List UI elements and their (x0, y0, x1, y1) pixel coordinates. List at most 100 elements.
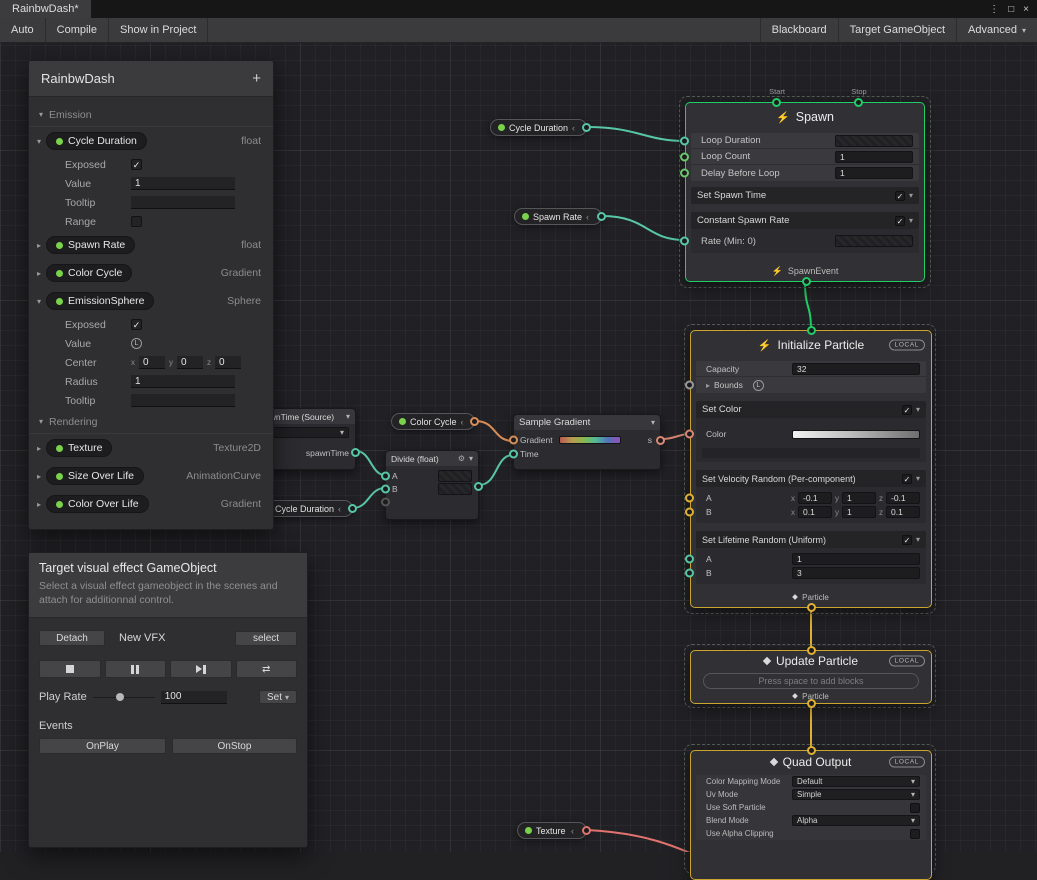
lifetime-a-field[interactable]: 1 (792, 553, 920, 565)
initialize-out-port[interactable] (807, 603, 816, 612)
value-field[interactable]: 1 (131, 177, 235, 190)
loop-duration-field[interactable] (835, 135, 913, 147)
color-mapping-dropdown[interactable]: Default ▾ (792, 776, 920, 787)
delay-port[interactable] (680, 169, 689, 178)
block-enabled-checkbox[interactable]: ✓ (902, 474, 912, 484)
set-rate-button[interactable]: Set ▾ (259, 690, 297, 704)
update-context-node[interactable]: Update Particle LOCAL Press space to add… (690, 650, 932, 704)
param-pill[interactable]: EmissionSphere (46, 292, 154, 310)
play-rate-slider[interactable] (93, 692, 155, 702)
param-row-emission-sphere[interactable]: ▾ EmissionSphere Sphere (29, 287, 273, 315)
time-in-port[interactable] (509, 450, 518, 459)
block-enabled-checkbox[interactable]: ✓ (902, 405, 912, 415)
divide-a-field[interactable] (438, 470, 472, 482)
block-enabled-checkbox[interactable]: ✓ (895, 216, 905, 226)
pause-button[interactable] (105, 660, 167, 678)
velocity-b-y-field[interactable]: 1 (842, 506, 876, 518)
rate-port[interactable] (680, 237, 689, 246)
param-node-spawn-rate[interactable]: Spawn Rate ‹ (514, 208, 602, 225)
blackboard-toggle-button[interactable]: Blackboard (760, 18, 838, 42)
kebab-menu-icon[interactable]: ⋮ (989, 4, 999, 15)
chevron-right-icon[interactable]: ▸ (37, 444, 41, 453)
block-enabled-checkbox[interactable]: ✓ (902, 535, 912, 545)
link-icon[interactable]: L (753, 380, 764, 391)
center-x-field[interactable]: 0 (139, 356, 165, 369)
param-row-color-cycle[interactable]: ▸ Color Cycle Gradient (29, 259, 273, 287)
show-in-project-button[interactable]: Show in Project (109, 18, 208, 42)
blend-mode-dropdown[interactable]: Alpha ▾ (792, 815, 920, 826)
chevron-down-icon[interactable]: ▾ (651, 418, 655, 427)
param-pill[interactable]: Cycle Duration (46, 132, 147, 150)
divide-header[interactable]: Divide (float) ⚙ ▾ (386, 451, 478, 466)
window-tab[interactable]: RainbwDash* (0, 0, 91, 18)
chevron-down-icon[interactable]: ▾ (909, 216, 913, 225)
auto-button[interactable]: Auto (0, 18, 46, 42)
quad-output-context-node[interactable]: Quad Output LOCAL Color Mapping Mode Def… (690, 750, 932, 880)
plus-icon[interactable]: + (252, 70, 261, 87)
bounds-port[interactable] (685, 381, 694, 390)
divide-b-field[interactable] (438, 483, 472, 495)
chevron-right-icon[interactable]: ▸ (37, 241, 41, 250)
param-out-port[interactable] (597, 212, 606, 221)
chevron-down-icon[interactable]: ▾ (916, 474, 920, 483)
exposed-checkbox[interactable]: ✓ (131, 159, 142, 170)
onstop-button[interactable]: OnStop (172, 738, 297, 754)
param-node-color-cycle[interactable]: Color Cycle ‹ (391, 413, 475, 430)
collapse-icon[interactable]: ‹ (571, 826, 574, 836)
velocity-a-x-field[interactable]: -0.1 (798, 492, 832, 504)
set-lifetime-block[interactable]: Set Lifetime Random (Uniform) ✓ ▾ (696, 531, 926, 548)
stop-button[interactable] (39, 660, 101, 678)
compile-button[interactable]: Compile (46, 18, 109, 42)
chevron-right-icon[interactable]: ▸ (37, 269, 41, 278)
spawn-context-node[interactable]: Start Stop ⚡ Spawn Loop Duration Loop Co… (685, 102, 925, 282)
param-pill[interactable]: Size Over Life (46, 467, 144, 485)
gradient-in-port[interactable] (509, 436, 518, 445)
sample-gradient-node[interactable]: Sample Gradient ▾ Gradient Time s (513, 414, 661, 470)
radius-field[interactable]: 1 (131, 375, 235, 388)
param-pill[interactable]: Texture (46, 439, 112, 457)
initialize-context-node[interactable]: ⚡ Initialize Particle LOCAL Capacity 32 … (690, 330, 932, 608)
param-row-spawn-rate[interactable]: ▸ Spawn Rate float (29, 231, 273, 259)
chevron-down-icon[interactable]: ▾ (916, 535, 920, 544)
update-out-port[interactable] (807, 699, 816, 708)
velocity-a-y-field[interactable]: 1 (842, 492, 876, 504)
tooltip-field[interactable] (131, 196, 235, 209)
step-button[interactable] (170, 660, 232, 678)
velocity-a-port[interactable] (685, 494, 694, 503)
target-gameobject-toggle-button[interactable]: Target GameObject (838, 18, 956, 42)
velocity-b-z-field[interactable]: 0.1 (886, 506, 920, 518)
chevron-right-icon[interactable]: ▸ (37, 500, 41, 509)
param-node-texture[interactable]: Texture ‹ (517, 822, 587, 839)
collapse-icon[interactable]: ‹ (572, 123, 575, 133)
param-pill[interactable]: Color Over Life (46, 495, 149, 513)
color-port[interactable] (685, 430, 694, 439)
link-icon[interactable]: L (131, 338, 142, 349)
collapse-icon[interactable]: ‹ (586, 212, 589, 222)
lifetime-b-port[interactable] (685, 569, 694, 578)
constant-spawn-rate-block[interactable]: Constant Spawn Rate ✓ ▾ (691, 212, 919, 229)
center-y-field[interactable]: 0 (177, 356, 203, 369)
collapse-icon[interactable]: ‹ (461, 417, 464, 427)
sample-gradient-header[interactable]: Sample Gradient ▾ (514, 415, 660, 430)
chevron-down-icon[interactable]: ▾ (37, 137, 41, 146)
category-rendering[interactable]: ▾ Rendering (29, 410, 273, 434)
center-z-field[interactable]: 0 (215, 356, 241, 369)
param-row-size-over-life[interactable]: ▸ Size Over Life AnimationCurve (29, 462, 273, 490)
divide-a-port[interactable] (381, 471, 390, 480)
param-row-texture[interactable]: ▸ Texture Texture2D (29, 434, 273, 462)
sample-out-port[interactable] (656, 436, 665, 445)
maximize-icon[interactable]: □ (1008, 4, 1014, 15)
rate-field[interactable] (835, 235, 913, 247)
loop-count-field[interactable]: 1 (835, 151, 913, 163)
param-row-color-over-life[interactable]: ▸ Color Over Life Gradient (29, 490, 273, 518)
spawnevent-out-port[interactable] (802, 277, 811, 286)
slider-handle[interactable] (116, 693, 124, 701)
divide-node[interactable]: Divide (float) ⚙ ▾ A B (385, 450, 479, 520)
category-emission[interactable]: ▾ Emission (29, 103, 273, 127)
tooltip-field[interactable] (131, 394, 235, 407)
velocity-a-z-field[interactable]: -0.1 (886, 492, 920, 504)
divide-b-port[interactable] (381, 484, 390, 493)
set-spawn-time-block[interactable]: Set Spawn Time ✓ ▾ (691, 187, 919, 204)
param-row-cycle-duration[interactable]: ▾ Cycle Duration float (29, 127, 273, 155)
uv-mode-dropdown[interactable]: Simple ▾ (792, 789, 920, 800)
